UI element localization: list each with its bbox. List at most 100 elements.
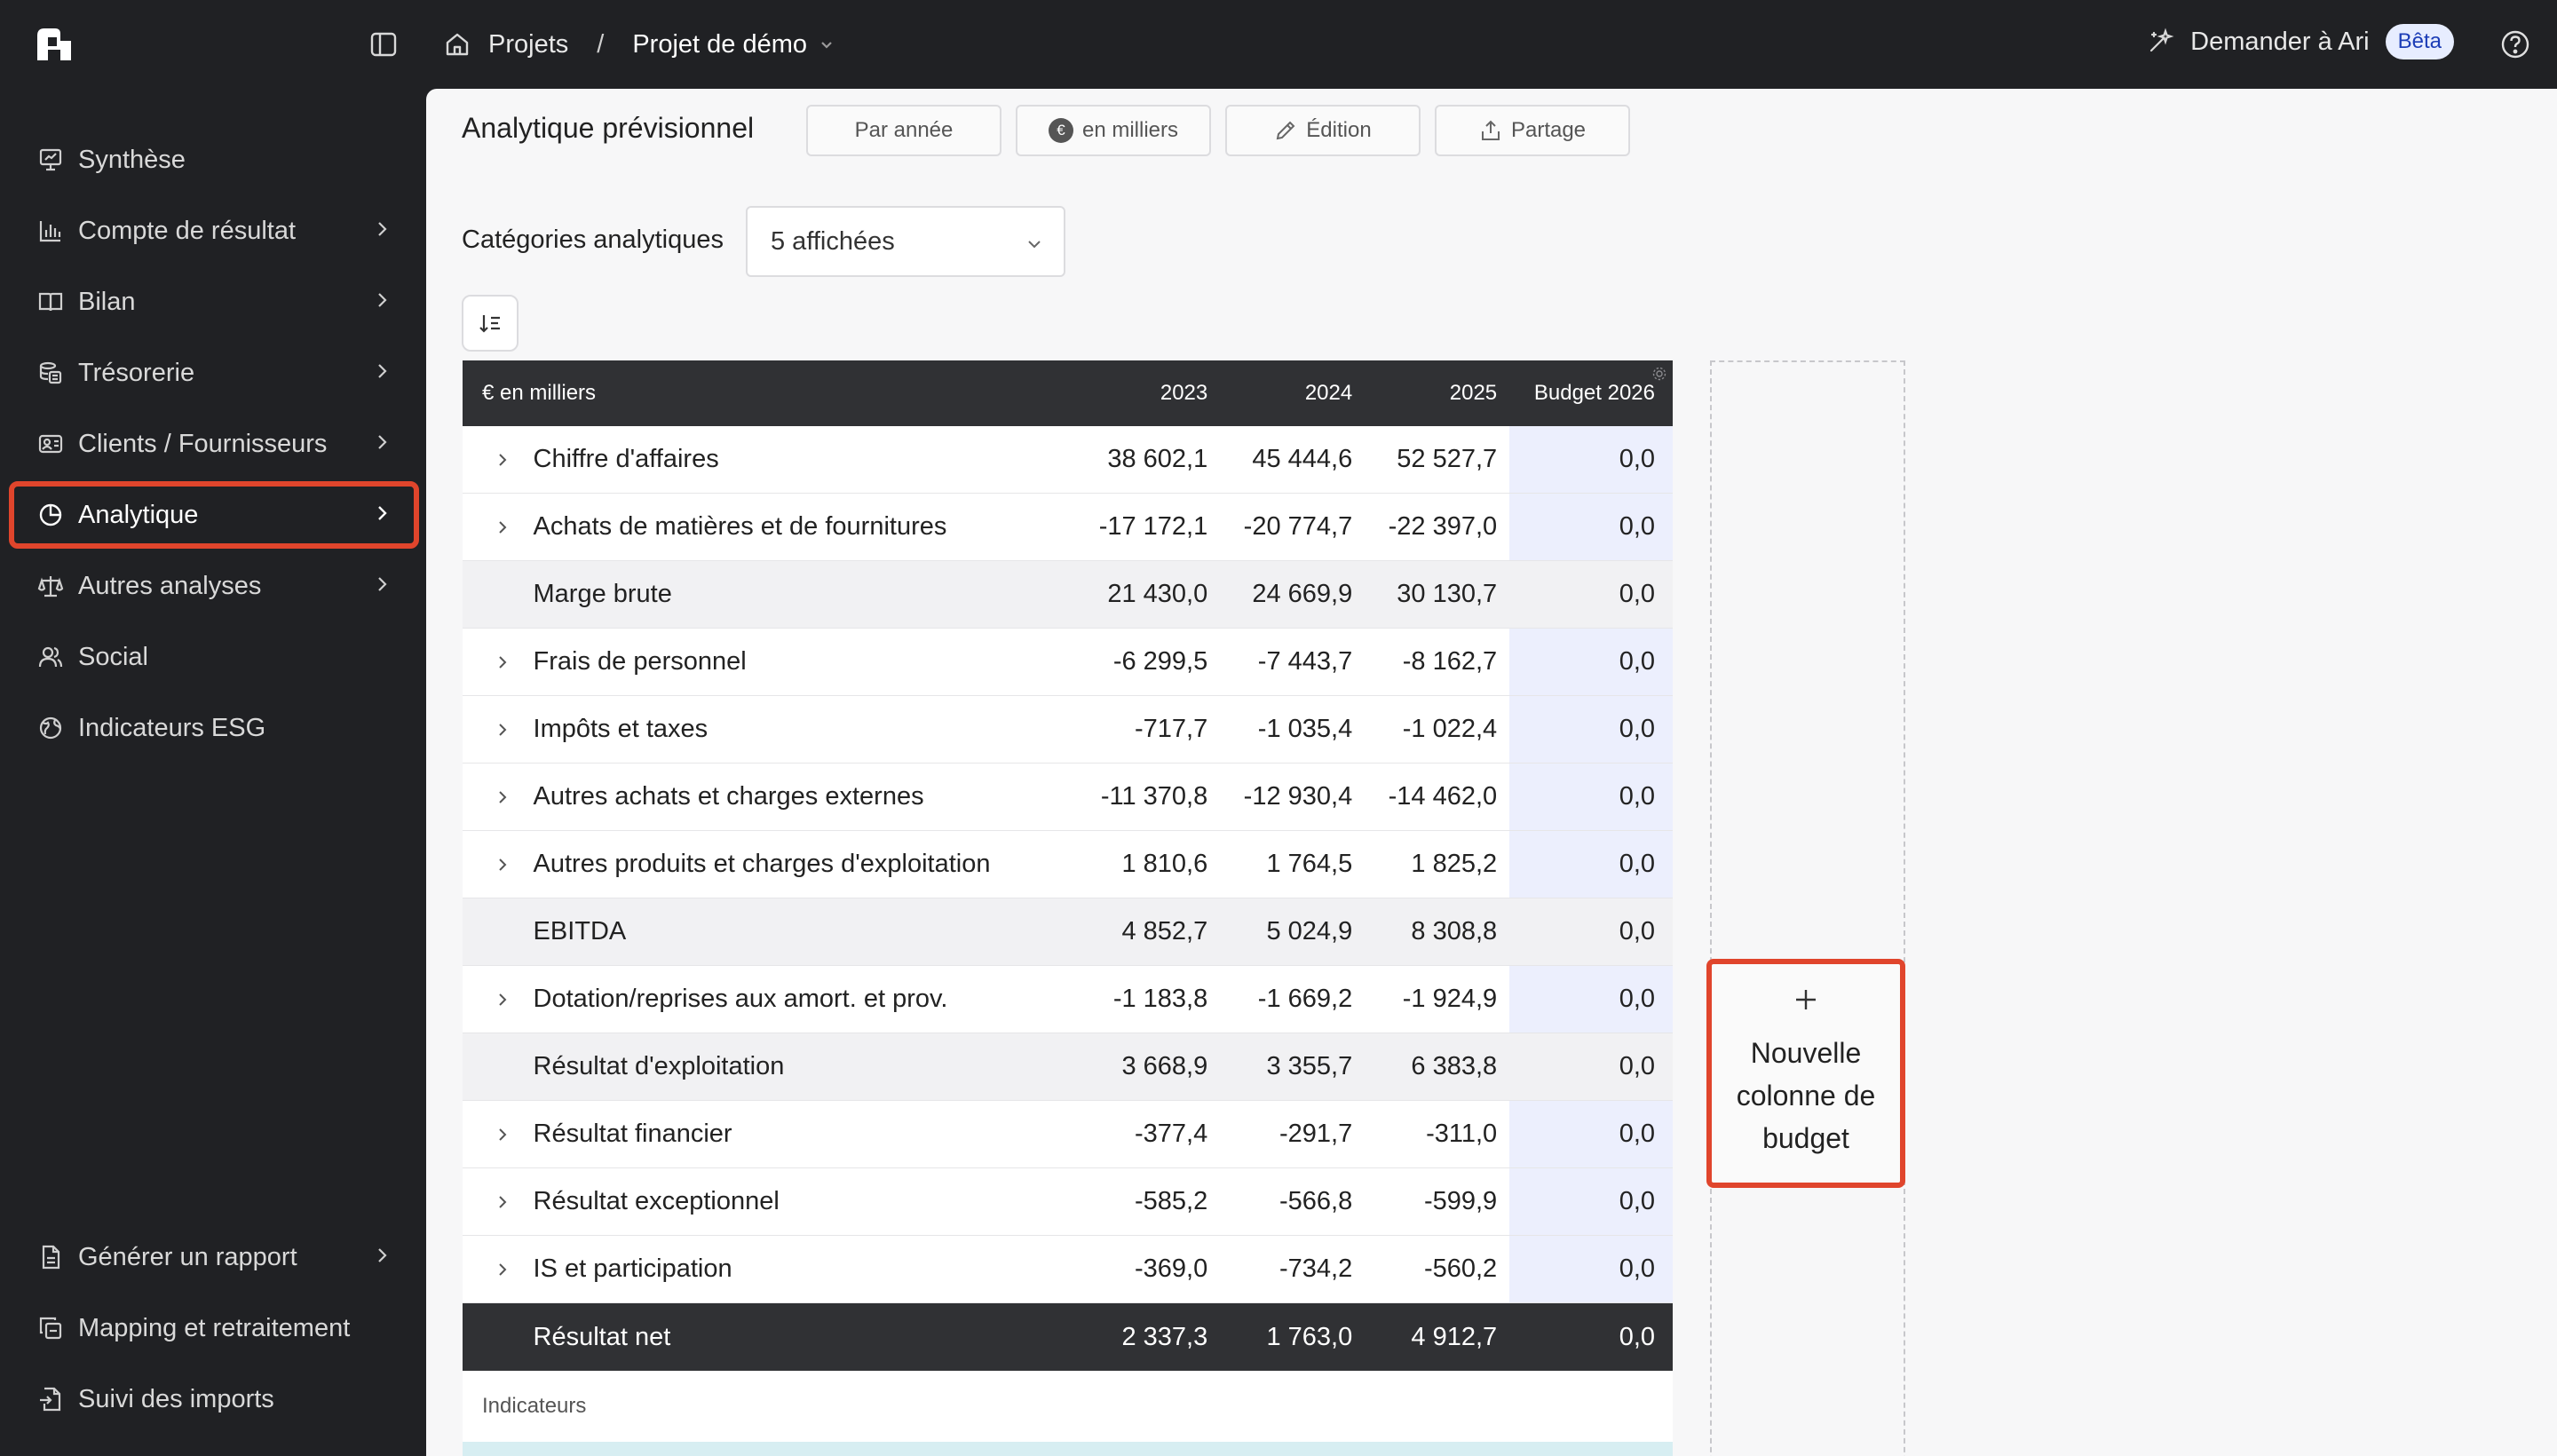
sidebar-item-label: Synthèse [78,145,186,174]
budget-column-header[interactable]: Budget 2026 [1509,381,1673,406]
period-button[interactable]: Par année [806,105,1001,156]
budget-value-cell[interactable]: 0,0 [1509,1303,1674,1371]
sort-icon [477,310,503,336]
budget-value-cell[interactable]: 0,0 [1509,494,1674,560]
year-value-cell: -12 930,4 [1243,782,1353,811]
chevron-right-icon[interactable] [463,1168,534,1235]
table-row[interactable]: Impôts et taxes -717,7 -1 035,4 -1 022,4 0,0 [463,696,1674,764]
beta-badge: Bêta [2385,24,2454,59]
unit-column-header: € en milliers [482,381,597,405]
table-row[interactable]: Achats de matières et de fournitures -17 … [463,494,1674,561]
app-logo[interactable] [36,27,73,62]
sidebar-item-tresorerie[interactable]: Trésorerie [9,339,419,407]
budget-value-cell[interactable]: 0,0 [1509,831,1674,898]
table-row[interactable]: Résultat financier -377,4 -291,7 -311,0 0,0 [463,1101,1674,1168]
copy-icon [36,1313,66,1343]
sidebar-item-compte-de-resultat[interactable]: Compte de résultat [9,197,419,265]
sidebar-item-social[interactable]: Social [9,623,419,691]
chevron-right-icon[interactable] [463,696,534,763]
sidebar-toggle-icon[interactable] [369,30,398,59]
year-value-cell: 1 825,2 [1411,850,1498,878]
new-budget-column-button[interactable]: Nouvelle colonne de budget [1706,959,1905,1188]
year-value-cell: -14 462,0 [1388,782,1498,811]
budget-value-cell[interactable]: 0,0 [1509,764,1674,830]
chevron-right-icon [371,218,392,240]
breadcrumb-separator: / [597,29,605,59]
sidebar-item-suivi-imports[interactable]: Suivi des imports [9,1365,419,1433]
year-column-header[interactable]: 2025 [1365,381,1509,406]
chevron-right-icon[interactable] [463,426,534,493]
chevron-right-icon[interactable] [463,1236,534,1302]
budget-value-cell[interactable]: 0,0 [1509,966,1674,1033]
table-row[interactable]: IS et participation -369,0 -734,2 -560,2 0,0 [463,1236,1674,1303]
help-icon[interactable] [2500,29,2530,59]
sidebar-item-mapping-retraitement[interactable]: Mapping et retraitement [9,1294,419,1362]
breadcrumb: Projets / Projet de démo [444,23,835,66]
sidebar-item-analytique[interactable]: Analytique [9,481,419,549]
row-label: Autres achats et charges externes [533,782,924,811]
chevron-right-icon[interactable] [463,831,534,898]
table-row[interactable]: Autres produits et charges d'exploitatio… [463,831,1674,898]
home-icon[interactable] [444,31,471,58]
budget-value-cell[interactable]: 0,0 [1509,898,1674,965]
edit-button[interactable]: Édition [1225,105,1421,156]
budget-value-cell[interactable]: 0,0 [1509,426,1674,493]
sidebar-item-bilan[interactable]: Bilan [9,268,419,336]
table-row[interactable]: Autres achats et charges externes -11 370… [463,764,1674,831]
sidebar-item-autres-analyses[interactable]: Autres analyses [9,552,419,620]
row-label: IS et participation [533,1254,732,1283]
chevron-right-icon[interactable] [463,1101,534,1167]
year-value-cell: 1 810,6 [1121,850,1208,878]
year-value-cell: 5 024,9 [1266,917,1353,946]
breadcrumb-current-project[interactable]: Projet de démo [632,30,807,59]
chevron-right-icon[interactable] [463,629,534,695]
table-header: € en milliers 2023 2024 2025 Budget 2026 [463,360,1673,426]
budget-value-cell[interactable]: 0,0 [1509,629,1674,695]
sort-button[interactable] [462,295,519,352]
chevron-right-icon [371,289,392,311]
table-row[interactable]: Frais de personnel -6 299,5 -7 443,7 -8 162… [463,629,1674,696]
sidebar-item-label: Clients / Fournisseurs [78,429,328,458]
table-row[interactable]: Chiffre d'affaires 38 602,1 45 444,6 52 527… [463,426,1674,494]
table-row: Résultat net 2 337,3 1 763,0 4 912,7 0,0 [463,1303,1674,1371]
unit-button[interactable]: € en milliers [1016,105,1211,156]
chevron-right-icon[interactable] [463,764,534,830]
budget-value-cell[interactable]: 0,0 [1509,696,1674,763]
table-row[interactable]: Dotation/reprises aux amort. et prov. -1 … [463,966,1674,1033]
row-indent [463,561,534,628]
sidebar-item-indicateurs-esg[interactable]: Indicateurs ESG [9,694,419,762]
year-column-header[interactable]: 2023 [1075,381,1220,406]
share-button[interactable]: Partage [1435,105,1630,156]
table-row[interactable]: Résultat exceptionnel -585,2 -566,8 -599,9 0… [463,1168,1674,1236]
sidebar-item-generer-rapport[interactable]: Générer un rapport [9,1223,419,1291]
year-value-cell: 21 430,0 [1107,580,1208,608]
row-indent [463,1033,534,1100]
chevron-down-icon[interactable] [818,36,835,53]
gear-icon[interactable] [1651,366,1667,382]
year-value-cell: -1 183,8 [1112,985,1208,1013]
chevron-right-icon [371,360,392,382]
budget-value-cell[interactable]: 0,0 [1509,1101,1674,1167]
chevron-right-icon[interactable] [463,966,534,1033]
sidebar-item-clients-fournisseurs[interactable]: Clients / Fournisseurs [9,410,419,478]
sidebar-item-label: Autres analyses [78,571,262,600]
sidebar-item-synthese[interactable]: Synthèse [9,126,419,194]
year-column-header[interactable]: 2024 [1220,381,1365,406]
indicators-section-header[interactable]: Indicateurs [463,1371,1673,1442]
categories-select[interactable]: 5 affichées [746,206,1065,277]
row-indent [463,1303,534,1371]
breadcrumb-projects[interactable]: Projets [488,30,568,59]
year-value-cell: -1 924,9 [1402,985,1498,1013]
budget-value-cell[interactable]: 0,0 [1509,1168,1674,1235]
file-icon [36,1242,66,1272]
budget-value-cell[interactable]: 0,0 [1509,561,1674,628]
budget-value-cell[interactable]: 0,0 [1509,1033,1674,1100]
year-value-cell: 52 527,7 [1397,445,1498,473]
budget-value-cell[interactable]: 0,0 [1509,1236,1674,1302]
ask-ari-button[interactable]: Demander à Ari Bêta [2146,24,2454,59]
year-value-cell: 1 763,0 [1266,1322,1353,1351]
indicator-row-partial [463,1442,1673,1456]
chevron-right-icon[interactable] [463,494,534,560]
year-value-cell: -560,2 [1423,1254,1498,1283]
table-row: Résultat d'exploitation 3 668,9 3 355,7 6 3… [463,1033,1674,1101]
